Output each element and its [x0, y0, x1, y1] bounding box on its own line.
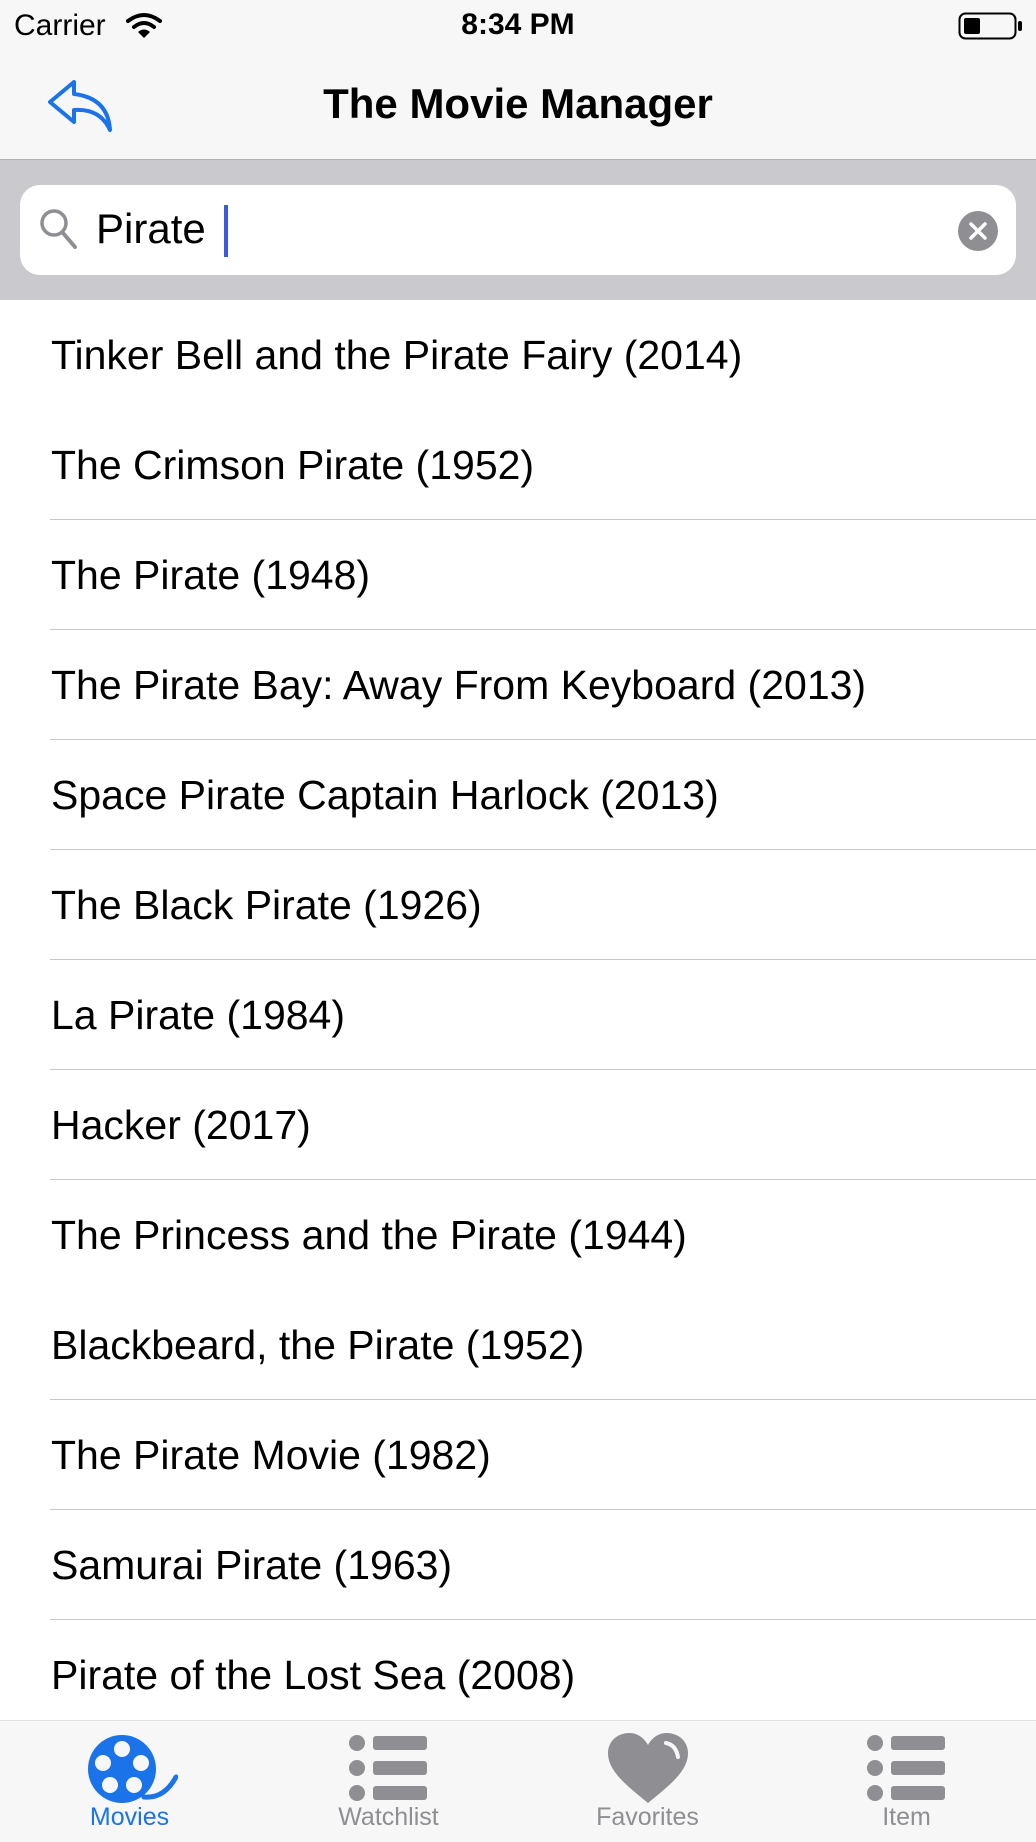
tab-watchlist[interactable]: Watchlist	[259, 1721, 518, 1842]
page-title: The Movie Manager	[323, 80, 713, 127]
movie-row[interactable]: The Black Pirate (1926)	[0, 850, 1036, 960]
movie-row[interactable]: The Princess and the Pirate (1944)	[0, 1180, 1036, 1290]
movie-title: The Pirate (1948)	[51, 552, 371, 598]
tab-favorites[interactable]: Favorites	[518, 1721, 777, 1842]
screen: Carrier 8:34 PM The Movie Manager Pirate…	[0, 0, 1036, 1842]
movie-title: Tinker Bell and the Pirate Fairy (2014)	[51, 332, 743, 378]
text-cursor	[224, 205, 228, 257]
movie-row[interactable]: Blackbeard, the Pirate (1952)	[0, 1290, 1036, 1400]
movie-row[interactable]: The Crimson Pirate (1952)	[0, 410, 1036, 520]
movie-row[interactable]: Samurai Pirate (1963)	[0, 1510, 1036, 1620]
list-icon	[866, 1735, 945, 1801]
movie-title: The Princess and the Pirate (1944)	[51, 1212, 687, 1258]
movie-title: The Pirate Bay: Away From Keyboard (2013…	[51, 662, 867, 708]
movie-title: The Crimson Pirate (1952)	[51, 442, 535, 488]
movie-title: La Pirate (1984)	[51, 992, 346, 1038]
search-icon	[40, 209, 77, 249]
search-bar	[0, 160, 1036, 300]
movie-title: Hacker (2017)	[51, 1102, 311, 1148]
search-field[interactable]	[20, 185, 1016, 275]
tab-label: Movies	[89, 1803, 170, 1831]
tab-bar: Movies Watchlist Favorites Item	[0, 1720, 1036, 1842]
status-bar: Carrier 8:34 PM	[0, 0, 1036, 52]
tab-item[interactable]: Item	[777, 1721, 1036, 1842]
close-icon	[969, 222, 987, 240]
tab-label: Item	[882, 1803, 931, 1831]
movie-row[interactable]: Hacker (2017)	[0, 1070, 1036, 1180]
clear-search-button[interactable]	[958, 211, 998, 251]
movie-title: Pirate of the Lost Sea (2008)	[51, 1652, 576, 1698]
movie-title: The Black Pirate (1926)	[51, 882, 482, 928]
status-time: 8:34 PM	[461, 8, 575, 41]
movie-row[interactable]: The Pirate Movie (1982)	[0, 1400, 1036, 1510]
list-icon	[348, 1735, 427, 1801]
movie-row[interactable]: Tinker Bell and the Pirate Fairy (2014)	[0, 300, 1036, 410]
movie-row[interactable]: The Pirate Bay: Away From Keyboard (2013…	[0, 630, 1036, 740]
tab-movies[interactable]: Movies	[0, 1721, 259, 1842]
battery-icon	[958, 12, 1022, 40]
film-reel-icon	[87, 1735, 178, 1803]
movie-list: Tinker Bell and the Pirate Fairy (2014) …	[0, 300, 1036, 1720]
movie-row[interactable]: The Pirate (1948)	[0, 520, 1036, 630]
movie-title: The Pirate Movie (1982)	[51, 1432, 491, 1478]
movie-row[interactable]: La Pirate (1984)	[0, 960, 1036, 1070]
movie-row[interactable]: Space Pirate Captain Harlock (2013)	[0, 740, 1036, 850]
navigation-bar: The Movie Manager	[0, 52, 1036, 160]
tab-label: Favorites	[596, 1803, 699, 1831]
heart-icon	[607, 1733, 688, 1803]
movie-title: Blackbeard, the Pirate (1952)	[51, 1322, 585, 1368]
movie-title: Samurai Pirate (1963)	[51, 1542, 453, 1588]
movie-title: Space Pirate Captain Harlock (2013)	[51, 772, 719, 818]
tab-label: Watchlist	[338, 1803, 439, 1831]
movie-row[interactable]: Pirate of the Lost Sea (2008)	[0, 1620, 1036, 1720]
